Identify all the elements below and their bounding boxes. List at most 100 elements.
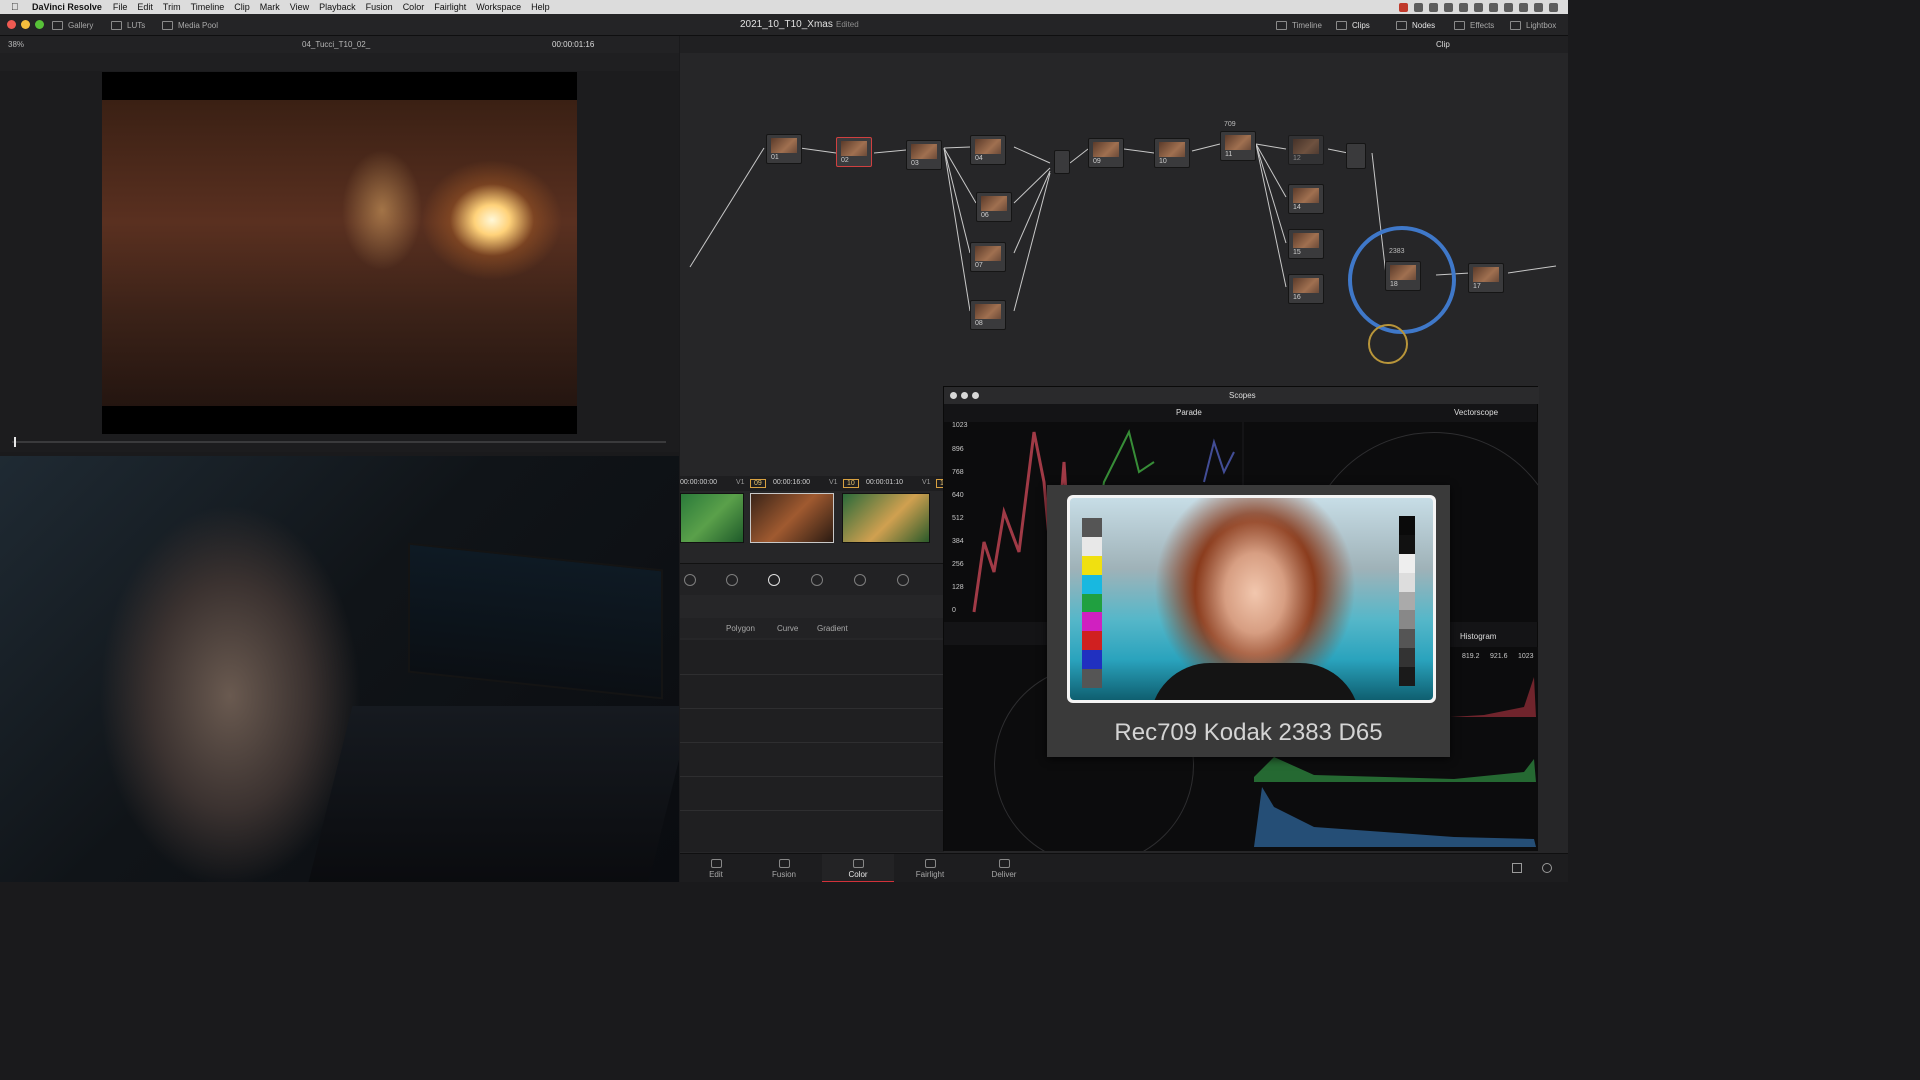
clip-name-dropdown[interactable]: 04_Tucci_T10_02_ xyxy=(302,40,370,49)
mixer-node[interactable] xyxy=(1054,150,1070,174)
vectorscope-dropdown[interactable]: Vectorscope xyxy=(1454,408,1498,417)
status-icon[interactable] xyxy=(1414,2,1423,12)
page-tab-deliver[interactable]: Deliver xyxy=(968,854,1040,882)
gallery-icon xyxy=(52,20,63,30)
curve-tool[interactable]: Curve xyxy=(777,624,798,633)
viewer-header: 38% 04_Tucci_T10_02_ 00:00:01:16 xyxy=(0,36,679,53)
blur-icon[interactable] xyxy=(811,574,823,586)
status-icon[interactable] xyxy=(1444,2,1453,12)
menu-playback[interactable]: Playback xyxy=(319,2,356,12)
clip-timecode: 00:00:16:00 xyxy=(773,479,810,486)
control-center-icon[interactable] xyxy=(1549,2,1558,12)
apple-icon[interactable]:  xyxy=(11,2,25,13)
search-icon[interactable] xyxy=(1534,2,1543,12)
page-navigation: Edit Fusion Color Fairlight Deliver xyxy=(680,853,1568,882)
clip-thumbnail[interactable] xyxy=(842,493,930,543)
viewer-frame[interactable] xyxy=(102,72,577,434)
node-02[interactable]: 02 xyxy=(836,137,872,167)
menu-edit[interactable]: Edit xyxy=(137,2,153,12)
node-04[interactable]: 04 xyxy=(970,135,1006,165)
menu-view[interactable]: View xyxy=(290,2,309,12)
app-menu[interactable]: DaVinci Resolve xyxy=(32,2,102,12)
sizing-icon[interactable] xyxy=(897,574,909,586)
node-03[interactable]: 03 xyxy=(906,140,942,170)
node-08[interactable]: 08 xyxy=(970,300,1006,330)
menu-workspace[interactable]: Workspace xyxy=(476,2,521,12)
node-10[interactable]: 10 xyxy=(1154,138,1190,168)
status-icon[interactable] xyxy=(1489,2,1498,12)
node-15[interactable]: 15 xyxy=(1288,229,1324,259)
effects-toggle[interactable]: Effects xyxy=(1454,18,1494,32)
node-11[interactable]: 11 xyxy=(1220,131,1256,161)
clip-thumbnail[interactable] xyxy=(680,493,744,543)
menu-color[interactable]: Color xyxy=(403,2,425,12)
settings-gear-icon[interactable] xyxy=(1542,863,1552,873)
status-icon[interactable] xyxy=(1459,2,1468,12)
node-16[interactable]: 16 xyxy=(1288,274,1324,304)
page-tab-edit[interactable]: Edit xyxy=(680,854,752,882)
status-icon[interactable] xyxy=(1474,2,1483,12)
menu-help[interactable]: Help xyxy=(531,2,550,12)
key-icon[interactable] xyxy=(854,574,866,586)
nodes-toggle[interactable]: Nodes xyxy=(1396,18,1435,32)
zoom-icon[interactable] xyxy=(972,392,979,399)
close-icon[interactable] xyxy=(950,392,957,399)
page-tab-fairlight[interactable]: Fairlight xyxy=(894,854,966,882)
polygon-tool[interactable]: Polygon xyxy=(726,624,755,633)
zoom-icon[interactable] xyxy=(35,20,44,29)
menu-file[interactable]: File xyxy=(113,2,128,12)
media-pool-button[interactable]: Media Pool xyxy=(162,18,218,32)
histogram-dropdown[interactable]: Histogram xyxy=(1460,632,1496,641)
effects-icon xyxy=(1454,20,1465,30)
node-17[interactable]: 17 xyxy=(1468,263,1504,293)
menu-fairlight[interactable]: Fairlight xyxy=(434,2,466,12)
menu-clip[interactable]: Clip xyxy=(234,2,250,12)
lightbox-toggle[interactable]: Lightbox xyxy=(1510,18,1556,32)
battery-icon[interactable] xyxy=(1519,2,1528,12)
menu-fusion[interactable]: Fusion xyxy=(366,2,393,12)
color-chart-bars xyxy=(1082,518,1102,689)
clip-thumbnail-current[interactable] xyxy=(750,493,834,543)
node-thumbnail xyxy=(1225,135,1251,150)
window-controls xyxy=(7,20,44,29)
window-icon[interactable] xyxy=(768,574,780,586)
node-thumbnail xyxy=(981,196,1007,211)
clips-toggle[interactable]: Clips xyxy=(1336,18,1370,32)
page-tab-color[interactable]: Color xyxy=(822,854,894,882)
disabled-node[interactable] xyxy=(1346,143,1366,169)
playhead[interactable] xyxy=(14,437,16,447)
node-01[interactable]: 01 xyxy=(766,134,802,164)
close-icon[interactable] xyxy=(7,20,16,29)
status-icon[interactable] xyxy=(1429,2,1438,12)
record-icon[interactable] xyxy=(1399,2,1408,12)
parade-dropdown[interactable]: Parade xyxy=(1176,408,1202,417)
zoom-dropdown[interactable]: 38% xyxy=(8,40,24,49)
page-tab-fusion[interactable]: Fusion xyxy=(748,854,820,882)
minimize-icon[interactable] xyxy=(961,392,968,399)
node-mode-dropdown[interactable]: Clip xyxy=(1436,40,1450,49)
gallery-button[interactable]: Gallery xyxy=(52,18,93,32)
qualifier-icon[interactable] xyxy=(726,574,738,586)
timeline-toggle[interactable]: Timeline xyxy=(1276,18,1322,32)
node-label: 10 xyxy=(1159,158,1167,165)
viewer-timecode[interactable]: 00:00:01:16 xyxy=(552,40,594,49)
node-thumbnail xyxy=(1473,267,1499,282)
menu-mark[interactable]: Mark xyxy=(260,2,280,12)
menu-timeline[interactable]: Timeline xyxy=(191,2,225,12)
viewer-scrubber[interactable] xyxy=(12,437,666,447)
node-09[interactable]: 09 xyxy=(1088,138,1124,168)
node-thumbnail xyxy=(1293,188,1319,203)
node-07[interactable]: 07 xyxy=(970,242,1006,272)
home-icon[interactable] xyxy=(1512,863,1522,873)
node-06[interactable]: 06 xyxy=(976,192,1012,222)
wifi-icon[interactable] xyxy=(1504,2,1513,12)
luts-button[interactable]: LUTs xyxy=(111,18,145,32)
gradient-tool[interactable]: Gradient xyxy=(817,624,848,633)
luts-icon xyxy=(111,20,122,30)
scopes-title-bar[interactable]: Scopes xyxy=(944,387,1539,404)
minimize-icon[interactable] xyxy=(21,20,30,29)
menu-trim[interactable]: Trim xyxy=(163,2,181,12)
node-12[interactable]: 12 xyxy=(1288,135,1324,165)
node-14[interactable]: 14 xyxy=(1288,184,1324,214)
tracker-icon[interactable] xyxy=(684,574,696,586)
